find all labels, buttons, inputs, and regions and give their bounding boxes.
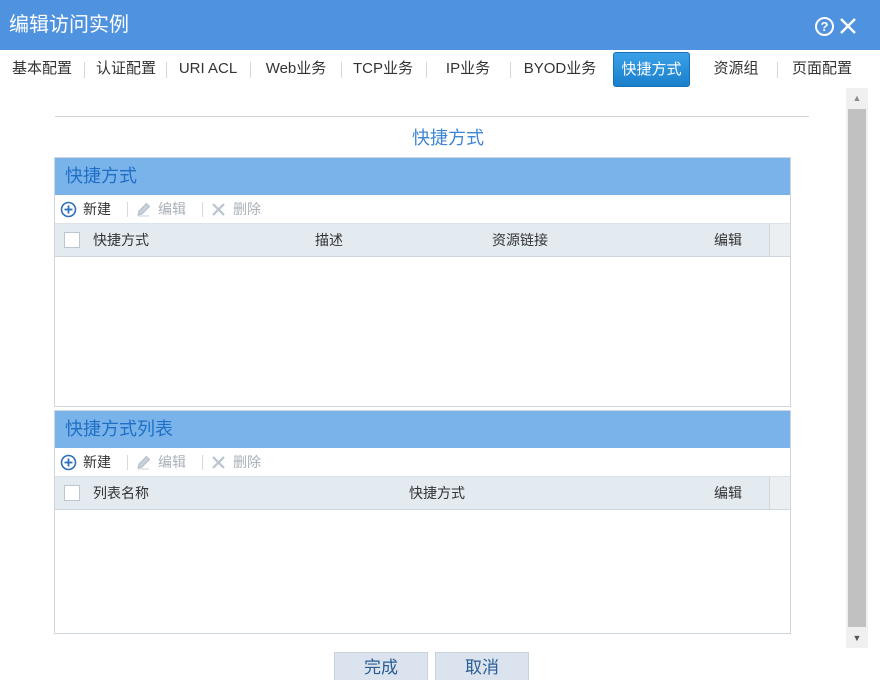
tab-divider <box>166 62 167 78</box>
tab-web-service[interactable]: Web业务 <box>254 52 338 86</box>
tab-divider <box>341 62 342 78</box>
edit-shortcut-button[interactable]: 编辑 <box>135 195 195 224</box>
add-circle-icon <box>60 454 77 471</box>
section-title: 快捷方式 <box>412 128 484 148</box>
edit-button-label: 编辑 <box>158 454 186 470</box>
tab-byod-service[interactable]: BYOD业务 <box>514 52 606 86</box>
grid-header-spacer <box>769 477 790 509</box>
column-header-list-name[interactable]: 列表名称 <box>93 477 149 510</box>
shortcut-toolbar: 新建 编辑 删除 <box>55 195 790 224</box>
edit-button-label: 编辑 <box>158 201 186 217</box>
vertical-scrollbar[interactable]: ▲ ▼ <box>846 88 868 648</box>
delete-x-icon <box>212 203 225 216</box>
column-header-description[interactable]: 描述 <box>315 224 343 257</box>
shortcut-list-panel: 快捷方式列表 新建 编辑 删除 列表名称 快捷方式 编辑 <box>54 410 791 634</box>
select-all-checkbox[interactable] <box>64 232 80 248</box>
shortcut-list-toolbar: 新建 编辑 删除 <box>55 448 790 477</box>
add-circle-icon <box>60 201 77 218</box>
delete-shortcut-list-button[interactable]: 删除 <box>210 448 270 477</box>
pencil-icon <box>137 455 151 470</box>
finish-button[interactable]: 完成 <box>334 652 428 680</box>
tab-resource-group[interactable]: 资源组 <box>700 52 772 86</box>
toolbar-divider <box>202 455 203 470</box>
shortcut-grid-body <box>55 257 790 405</box>
delete-x-icon <box>212 456 225 469</box>
close-icon[interactable] <box>838 16 858 36</box>
dialog-title: 编辑访问实例 <box>9 14 129 36</box>
tab-bar: 基本配置 认证配置 URI ACL Web业务 TCP业务 IP业务 BYOD业… <box>0 50 880 88</box>
toolbar-divider <box>127 202 128 217</box>
toolbar-divider <box>202 202 203 217</box>
tab-tcp-service[interactable]: TCP业务 <box>345 52 421 86</box>
tab-divider <box>84 62 85 78</box>
column-header-resource-link[interactable]: 资源链接 <box>492 224 548 257</box>
tab-divider <box>510 62 511 78</box>
shortcut-grid-header: 快捷方式 描述 资源链接 编辑 <box>55 224 790 257</box>
shortcut-list-grid-header: 列表名称 快捷方式 编辑 <box>55 477 790 510</box>
delete-button-label: 删除 <box>233 201 261 217</box>
new-shortcut-list-button[interactable]: 新建 <box>60 448 124 477</box>
shortcut-list-grid-body <box>55 510 790 633</box>
new-button-label: 新建 <box>83 201 111 217</box>
edit-shortcut-list-button[interactable]: 编辑 <box>135 448 195 477</box>
column-header-edit[interactable]: 编辑 <box>714 224 742 257</box>
panel-header: 快捷方式列表 <box>55 411 790 448</box>
select-all-checkbox[interactable] <box>64 485 80 501</box>
help-icon[interactable]: ? <box>815 17 834 36</box>
column-header-shortcut[interactable]: 快捷方式 <box>409 477 465 510</box>
grid-header-spacer <box>769 224 790 256</box>
delete-button-label: 删除 <box>233 454 261 470</box>
tab-divider <box>250 62 251 78</box>
section-divider <box>55 116 809 117</box>
pencil-icon <box>137 202 151 217</box>
cancel-button[interactable]: 取消 <box>435 652 529 680</box>
tab-basic-config[interactable]: 基本配置 <box>4 52 80 86</box>
column-header-shortcut[interactable]: 快捷方式 <box>93 224 149 257</box>
tab-divider <box>426 62 427 78</box>
tab-auth-config[interactable]: 认证配置 <box>88 52 164 86</box>
shortcut-panel: 快捷方式 新建 编辑 删除 快捷方式 描述 资源链接 编辑 <box>54 157 791 407</box>
tab-shortcut[interactable]: 快捷方式 <box>613 52 690 87</box>
tab-divider <box>777 62 778 78</box>
scroll-up-arrow-icon[interactable]: ▲ <box>846 88 868 108</box>
tab-ip-service[interactable]: IP业务 <box>430 52 506 86</box>
delete-shortcut-button[interactable]: 删除 <box>210 195 270 224</box>
column-header-edit[interactable]: 编辑 <box>714 477 742 510</box>
scroll-down-arrow-icon[interactable]: ▼ <box>846 628 868 648</box>
panel-header: 快捷方式 <box>55 158 790 195</box>
toolbar-divider <box>127 455 128 470</box>
new-button-label: 新建 <box>83 454 111 470</box>
dialog-titlebar: 编辑访问实例 ? <box>0 0 880 50</box>
tab-page-config[interactable]: 页面配置 <box>783 52 861 86</box>
new-shortcut-button[interactable]: 新建 <box>60 195 124 224</box>
tab-uri-acl[interactable]: URI ACL <box>170 52 246 86</box>
scroll-thumb[interactable] <box>848 109 866 627</box>
